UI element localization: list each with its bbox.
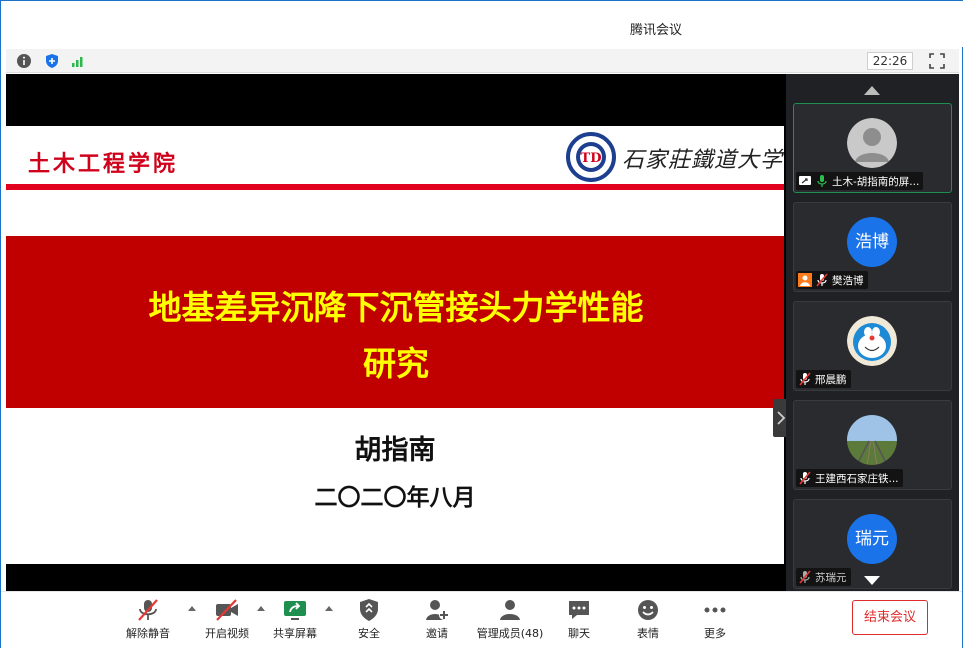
chat-label: 聊天 <box>568 627 590 640</box>
participant-name: 苏瑞元 <box>815 571 847 584</box>
participant-name: 王建西石家庄铁... <box>815 472 899 485</box>
participant-namebar: 樊浩博 <box>796 271 868 289</box>
share-screen-icon <box>284 601 306 620</box>
slide-title-line2: 研究 <box>363 344 429 383</box>
mic-muted-icon <box>138 599 158 621</box>
title-bar: 腾讯会议 <box>1 1 963 47</box>
participant-tile[interactable]: 邢晨鹏 <box>793 301 952 391</box>
security-button[interactable]: 安全 <box>334 598 404 644</box>
reactions-button[interactable]: 表情 <box>613 598 683 644</box>
end-meeting-button[interactable]: 结束会议 <box>852 600 928 635</box>
scroll-up-arrow-icon[interactable] <box>862 84 882 96</box>
text-avatar: 瑞元 <box>847 514 897 564</box>
more-label: 更多 <box>704 627 726 640</box>
college-name: 土木工程学院 <box>28 151 179 177</box>
more-dots-icon <box>704 607 726 613</box>
meeting-top-bar: 22:26 <box>6 49 959 73</box>
smiley-icon <box>638 600 658 620</box>
mic-muted-icon <box>799 570 811 584</box>
unmute-button[interactable]: 解除静音 <box>113 598 183 644</box>
slide-author: 胡指南 <box>354 435 436 466</box>
mic-muted-icon <box>799 471 811 485</box>
share-screen-button[interactable]: 共享屏幕 <box>260 598 330 644</box>
meeting-toolbar: 解除静音 开启视频 共享屏幕 安全 邀请 管理成员(48) 聊天 表情 更多 结… <box>1 591 962 648</box>
participant-tile[interactable]: 王建西石家庄铁... <box>793 400 952 490</box>
slide-header: 土木工程学院 TD 石家莊鐵道大学 <box>6 126 784 192</box>
shared-screen-area: 土木工程学院 TD 石家莊鐵道大学 地基差异沉降下沉管接头力学性能 研究 胡指南… <box>6 74 789 591</box>
screen-share-icon <box>799 176 811 185</box>
presentation-slide: 土木工程学院 TD 石家莊鐵道大学 地基差异沉降下沉管接头力学性能 研究 胡指南… <box>6 126 784 564</box>
slide-title: 地基差异沉降下沉管接头力学性能 研究 <box>66 280 726 392</box>
members-icon <box>500 600 520 620</box>
slide-title-line1: 地基差异沉降下沉管接头力学性能 <box>148 288 644 327</box>
mic-on-icon <box>817 175 827 187</box>
invite-button[interactable]: 邀请 <box>402 598 472 644</box>
participant-namebar: 苏瑞元 <box>796 568 851 586</box>
start-video-label: 开启视频 <box>205 627 249 640</box>
reactions-label: 表情 <box>637 627 659 640</box>
participant-name: 邢晨鹏 <box>815 373 847 386</box>
shield-icon <box>360 599 378 621</box>
caret-up-icon[interactable] <box>324 604 334 612</box>
meeting-window: 腾讯会议 22:26 土木工程学院 TD 石家莊鐵道大学 地基差异沉降下沉管接头… <box>0 0 963 648</box>
security-label: 安全 <box>358 627 380 640</box>
video-off-icon <box>216 599 238 621</box>
invite-label: 邀请 <box>426 627 448 640</box>
participant-tile[interactable]: 浩博 樊浩博 <box>793 202 952 292</box>
manage-members-label: 管理成员(48) <box>476 627 544 640</box>
more-button[interactable]: 更多 <box>680 598 750 644</box>
participant-namebar: 邢晨鹏 <box>796 370 851 388</box>
start-video-button[interactable]: 开启视频 <box>192 598 262 644</box>
participant-tile[interactable]: 土木-胡指南的屏... <box>793 103 952 193</box>
text-avatar: 浩博 <box>847 217 897 267</box>
info-icon[interactable] <box>16 53 32 69</box>
doraemon-avatar-icon <box>847 316 897 366</box>
participant-gallery: 土木-胡指南的屏... 浩博 樊浩博 邢晨鹏 王建西石家庄铁... 瑞元 苏瑞元 <box>786 74 959 591</box>
chat-icon <box>569 601 589 619</box>
railway-avatar-icon <box>847 415 897 465</box>
mic-muted-icon <box>816 273 828 287</box>
add-user-icon <box>426 600 449 620</box>
fullscreen-icon[interactable] <box>929 53 945 69</box>
participant-namebar: 王建西石家庄铁... <box>796 469 903 487</box>
scroll-down-arrow-icon[interactable] <box>862 575 882 587</box>
meeting-clock: 22:26 <box>867 52 913 70</box>
participant-name: 樊浩博 <box>832 274 864 287</box>
title-band: 地基差异沉降下沉管接头力学性能 研究 <box>6 236 784 408</box>
user-icon <box>798 273 812 287</box>
manage-members-button[interactable]: 管理成员(48) <box>472 598 548 644</box>
share-screen-label: 共享屏幕 <box>273 627 317 640</box>
logo-letters: TD <box>581 151 602 166</box>
header-divider <box>6 184 784 190</box>
window-title: 腾讯会议 <box>629 23 682 38</box>
signal-icon[interactable] <box>70 53 86 69</box>
participant-name: 土木-胡指南的屏... <box>832 175 920 188</box>
mic-muted-icon <box>799 372 811 386</box>
slide-date: 二〇二〇年八月 <box>314 485 476 511</box>
unmute-label: 解除静音 <box>126 627 170 640</box>
university-logo: TD <box>566 132 616 182</box>
chat-button[interactable]: 聊天 <box>544 598 614 644</box>
university-name: 石家莊鐵道大学 <box>622 148 784 173</box>
gray-avatar-icon <box>847 118 897 168</box>
participant-namebar: 土木-胡指南的屏... <box>796 172 924 190</box>
shield-icon[interactable] <box>44 53 60 69</box>
